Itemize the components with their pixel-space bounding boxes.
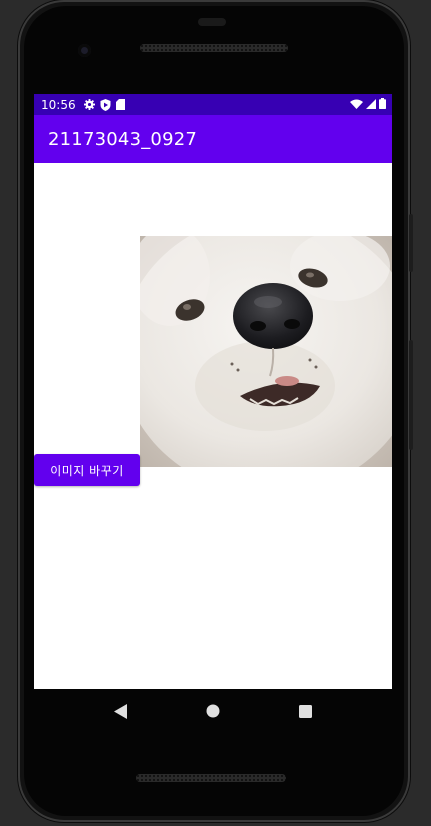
front-camera bbox=[78, 44, 91, 57]
dog-image bbox=[140, 236, 392, 467]
change-image-button[interactable]: 이미지 바꾸기 bbox=[34, 454, 140, 486]
app-title: 21173043_0927 bbox=[48, 128, 198, 150]
back-icon bbox=[113, 703, 127, 719]
app-bar: 21173043_0927 bbox=[34, 115, 392, 163]
recents-button[interactable] bbox=[291, 696, 321, 726]
navigation-bar bbox=[34, 689, 392, 733]
status-right-icons bbox=[350, 98, 386, 109]
sd-card-icon bbox=[115, 99, 125, 110]
volume-button bbox=[409, 340, 413, 450]
bottom-speaker bbox=[136, 774, 286, 782]
back-button[interactable] bbox=[105, 696, 135, 726]
earpiece bbox=[198, 18, 226, 26]
home-icon bbox=[206, 704, 220, 718]
status-left-icons bbox=[83, 98, 125, 111]
recents-icon bbox=[299, 704, 313, 718]
gear-icon bbox=[83, 99, 95, 110]
wifi-icon bbox=[350, 99, 363, 109]
battery-icon bbox=[379, 98, 386, 109]
power-button bbox=[409, 214, 413, 272]
top-speaker bbox=[140, 44, 288, 52]
dog-photo bbox=[140, 236, 392, 467]
shield-icon bbox=[100, 98, 111, 111]
status-bar: 10:56 bbox=[34, 94, 392, 115]
status-time: 10:56 bbox=[41, 97, 76, 112]
home-button[interactable] bbox=[198, 696, 228, 726]
screen: 10:56 21173043_0927 이미지 바꾸기 bbox=[34, 94, 392, 689]
signal-icon bbox=[366, 98, 376, 109]
